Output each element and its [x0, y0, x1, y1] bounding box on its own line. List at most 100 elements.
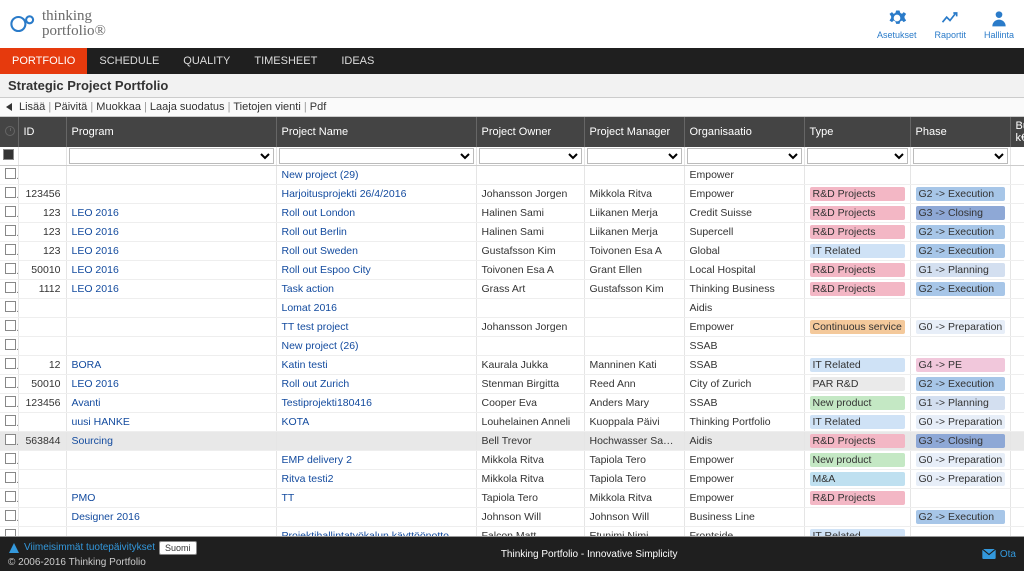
admin-icon — [989, 8, 1009, 30]
row-checkbox[interactable] — [5, 282, 16, 293]
cell-org: Empower — [684, 185, 804, 204]
table-row[interactable]: 123LEO 2016Roll out SwedenGustafsson Kim… — [0, 242, 1024, 261]
row-checkbox[interactable] — [5, 206, 16, 217]
cell-program: LEO 2016 — [66, 204, 276, 223]
col-header[interactable]: Program — [66, 117, 276, 147]
table-row[interactable]: 123LEO 2016Roll out BerlinHalinen SamiLi… — [0, 223, 1024, 242]
table-row[interactable]: 123456Harjoitusprojekti 26/4/2016Johanss… — [0, 185, 1024, 204]
table-row[interactable]: 1112LEO 2016Task actionGrass ArtGustafss… — [0, 280, 1024, 299]
nav-ideas[interactable]: IDEAS — [329, 48, 386, 74]
header-admin[interactable]: Hallinta — [984, 8, 1014, 40]
filter-phase[interactable] — [913, 148, 1008, 164]
toolbar-pdf[interactable]: Pdf — [310, 101, 327, 113]
row-checkbox[interactable] — [5, 510, 16, 521]
nav-portfolio[interactable]: PORTFOLIO — [0, 48, 87, 74]
nav-timesheet[interactable]: TIMESHEET — [242, 48, 329, 74]
cell-manager: Tapiola Tero — [584, 470, 684, 489]
cell-type: IT Related — [804, 356, 910, 375]
header-reports[interactable]: Raportit — [934, 8, 966, 40]
toolbar-lisää[interactable]: Lisää — [19, 101, 45, 113]
table-row[interactable]: uusi HANKEKOTALouhelainen AnneliKuoppala… — [0, 413, 1024, 432]
row-checkbox[interactable] — [5, 301, 16, 312]
toolbar-muokkaa[interactable]: Muokkaa — [96, 101, 141, 113]
row-checkbox[interactable] — [5, 263, 16, 274]
cell-org: SSAB — [684, 356, 804, 375]
header-action-label: Asetukset — [877, 30, 917, 40]
header-settings[interactable]: Asetukset — [877, 8, 917, 40]
table-row[interactable]: Lomat 2016Aidis — [0, 299, 1024, 318]
cell-manager — [584, 299, 684, 318]
filter-project-manager[interactable] — [587, 148, 682, 164]
cell-project-name: Roll out Zurich — [276, 375, 476, 394]
footer-contact[interactable]: Ota — [982, 549, 1016, 560]
table-row[interactable]: PMOTTTapiola TeroMikkola RitvaEmpowerR&D… — [0, 489, 1024, 508]
cell-id: 123456 — [18, 394, 66, 413]
cell-budget — [1010, 223, 1024, 242]
filter-organisaatio[interactable] — [687, 148, 802, 164]
select-all-checkbox[interactable] — [3, 149, 14, 160]
table-row[interactable]: 123LEO 2016Roll out LondonHalinen SamiLi… — [0, 204, 1024, 223]
cell-type: Continuous service — [804, 318, 910, 337]
cell-owner: Gustafsson Kim — [476, 242, 584, 261]
toolbar-laaja-suodatus[interactable]: Laaja suodatus — [150, 101, 225, 113]
cell-phase: G2 -> Execution — [910, 375, 1010, 394]
nav-schedule[interactable]: SCHEDULE — [87, 48, 171, 74]
table-row[interactable]: Designer 2016Johnson WillJohnson WillBus… — [0, 508, 1024, 527]
table-row[interactable]: 50010LEO 2016Roll out ZurichStenman Birg… — [0, 375, 1024, 394]
row-checkbox[interactable] — [5, 529, 16, 537]
data-grid[interactable]: IDProgramProject NameProject OwnerProjec… — [0, 117, 1024, 537]
language-selector[interactable]: Suomi — [159, 541, 197, 555]
cell-type: PAR R&D — [804, 375, 910, 394]
table-row[interactable]: TT test projectJohansson JorgenEmpowerCo… — [0, 318, 1024, 337]
table-row[interactable]: 50010LEO 2016Roll out Espoo CityToivonen… — [0, 261, 1024, 280]
row-checkbox[interactable] — [5, 434, 16, 445]
row-checkbox[interactable] — [5, 187, 16, 198]
row-checkbox[interactable] — [5, 472, 16, 483]
table-row[interactable]: 563844SourcingBell TrevorHochwasser Sask… — [0, 432, 1024, 451]
cell-type — [804, 166, 910, 185]
col-header[interactable]: Project Owner — [476, 117, 584, 147]
cell-id — [18, 413, 66, 432]
row-checkbox[interactable] — [5, 358, 16, 369]
cell-budget — [1010, 204, 1024, 223]
cell-program: Avanti — [66, 394, 276, 413]
table-row[interactable]: EMP delivery 2Mikkola RitvaTapiola TeroE… — [0, 451, 1024, 470]
table-row[interactable]: 123456AvantiTestiprojekti180416Cooper Ev… — [0, 394, 1024, 413]
row-checkbox[interactable] — [5, 168, 16, 179]
col-header[interactable] — [0, 117, 18, 147]
row-checkbox[interactable] — [5, 396, 16, 407]
filter-project-name[interactable] — [279, 148, 474, 164]
row-checkbox[interactable] — [5, 244, 16, 255]
col-header[interactable]: Project Manager — [584, 117, 684, 147]
filter-program[interactable] — [69, 148, 274, 164]
cell-id — [18, 337, 66, 356]
col-header[interactable]: Phase — [910, 117, 1010, 147]
row-checkbox[interactable] — [5, 377, 16, 388]
col-header[interactable]: Organisaatio — [684, 117, 804, 147]
cell-manager: Toivonen Esa A — [584, 242, 684, 261]
col-header[interactable]: ID — [18, 117, 66, 147]
filter-project-owner[interactable] — [479, 148, 582, 164]
cell-project-name: Roll out Sweden — [276, 242, 476, 261]
toolbar-päivitä[interactable]: Päivitä — [54, 101, 87, 113]
col-header[interactable]: Budget k€ — [1010, 117, 1024, 147]
table-row[interactable]: Ritva testi2Mikkola RitvaTapiola TeroEmp… — [0, 470, 1024, 489]
table-row[interactable]: New project (29)Empower — [0, 166, 1024, 185]
row-checkbox[interactable] — [5, 453, 16, 464]
toolbar-tietojen-vienti[interactable]: Tietojen vienti — [233, 101, 300, 113]
nav-quality[interactable]: QUALITY — [171, 48, 242, 74]
table-row[interactable]: Projektihallintatyökalun käyttöönottoFal… — [0, 527, 1024, 538]
row-checkbox[interactable] — [5, 415, 16, 426]
footer-updates-link[interactable]: Viimeisimmät tuotepäivitykset Suomi — [8, 541, 197, 555]
row-checkbox[interactable] — [5, 491, 16, 502]
table-row[interactable]: 12BORAKatin testiKaurala JukkaManninen K… — [0, 356, 1024, 375]
row-checkbox[interactable] — [5, 320, 16, 331]
col-header[interactable]: Project Name — [276, 117, 476, 147]
row-checkbox[interactable] — [5, 339, 16, 350]
table-row[interactable]: New project (26)SSAB — [0, 337, 1024, 356]
filter-type[interactable] — [807, 148, 908, 164]
cell-manager: Kuoppala Päivi — [584, 413, 684, 432]
row-checkbox[interactable] — [5, 225, 16, 236]
col-header[interactable]: Type — [804, 117, 910, 147]
toolbar-back-icon[interactable] — [6, 103, 12, 111]
